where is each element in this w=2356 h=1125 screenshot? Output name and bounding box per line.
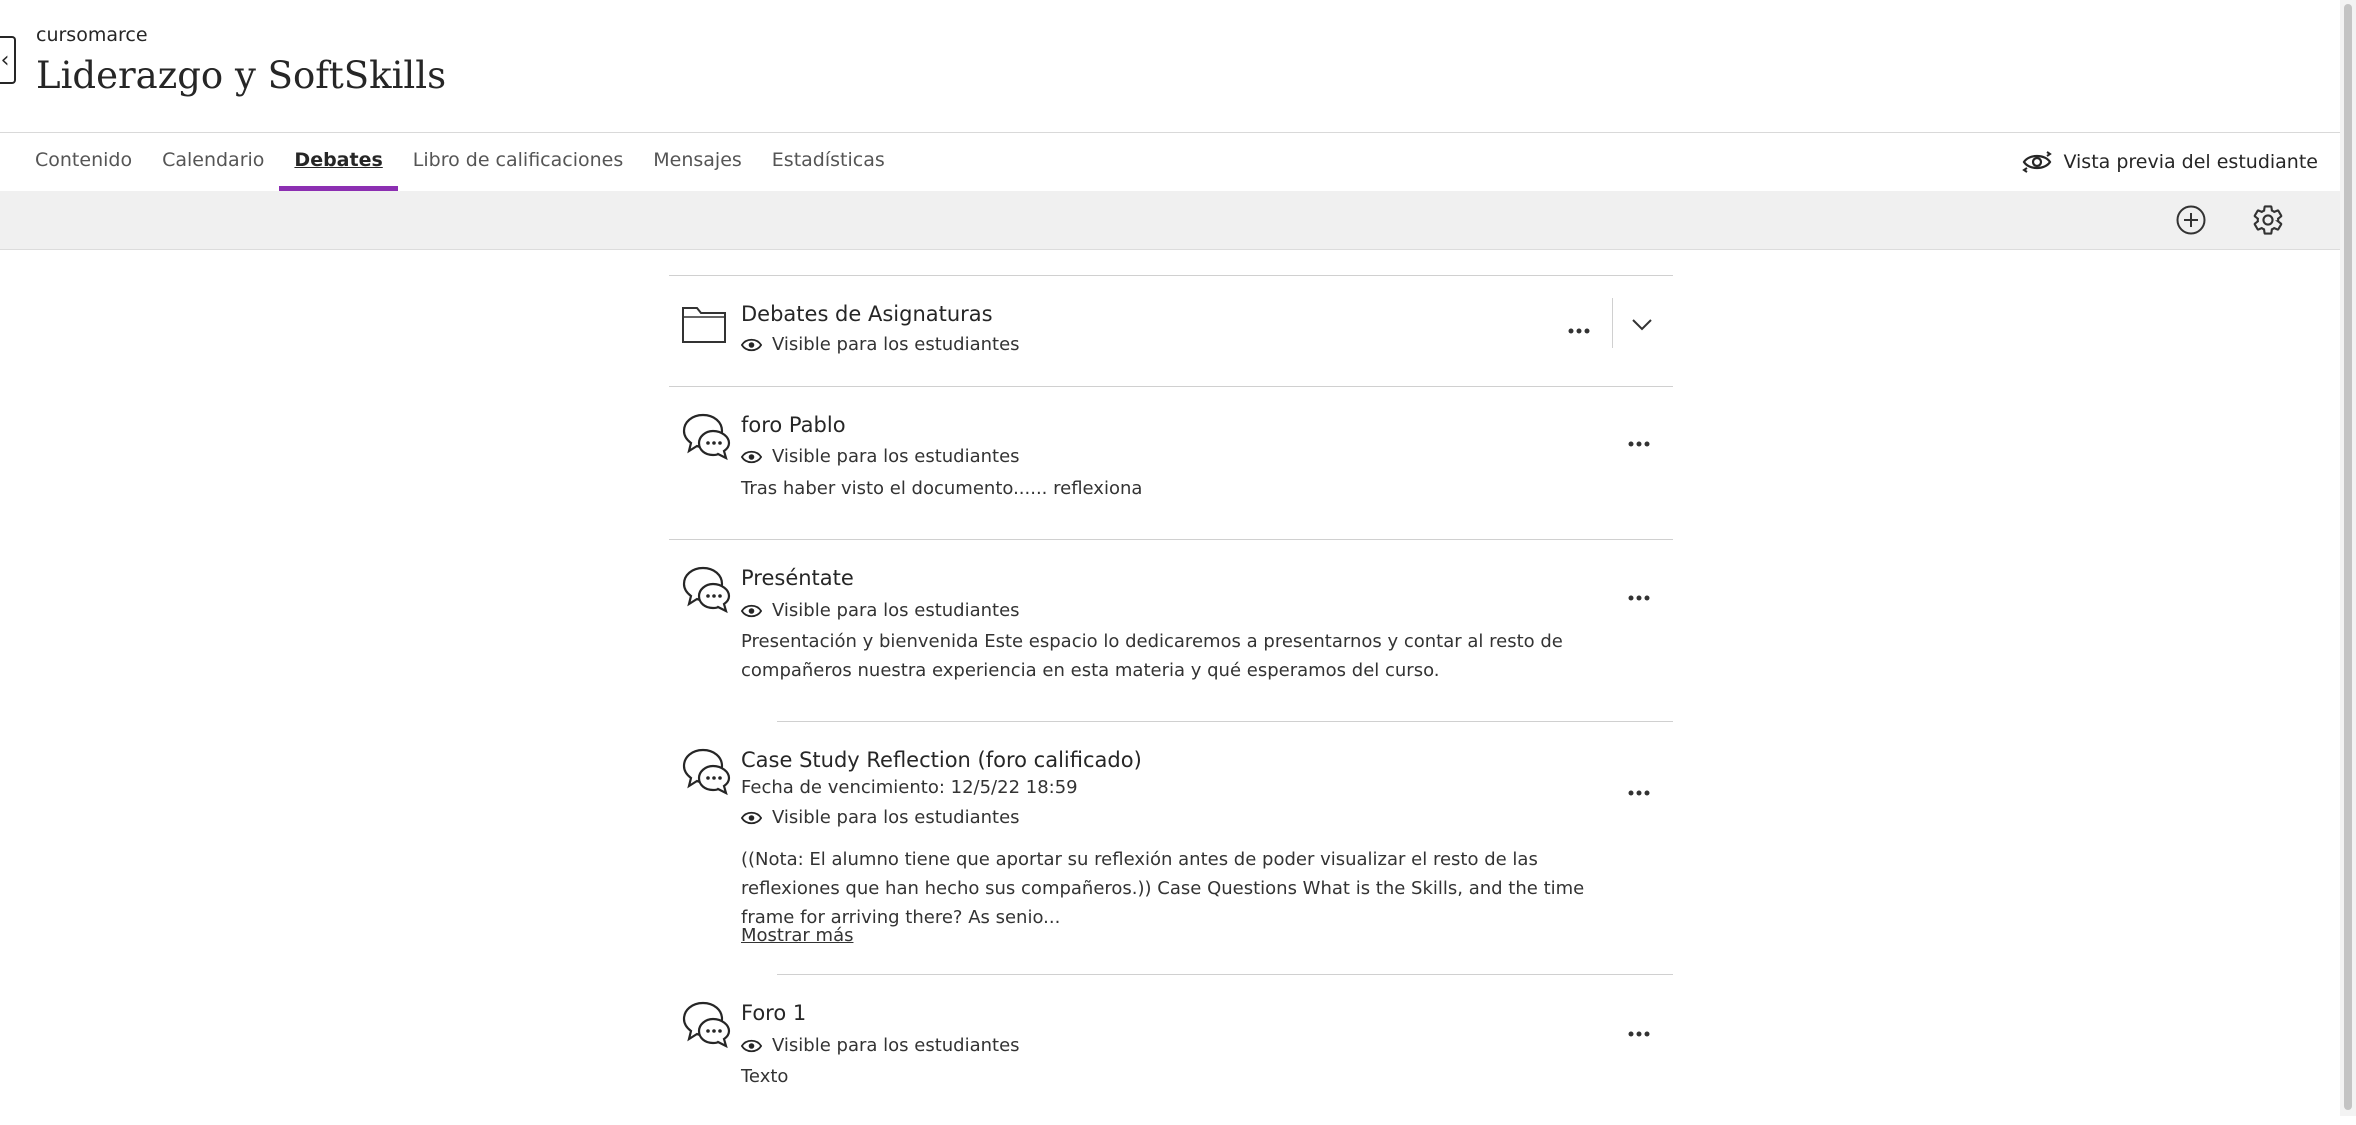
tab-mensajes[interactable]: Mensajes: [638, 133, 757, 191]
course-nav: Contenido Calendario Debates Libro de ca…: [0, 132, 2340, 192]
tab-contenido[interactable]: Contenido: [20, 133, 147, 191]
eye-icon: [741, 1039, 762, 1052]
more-options-button[interactable]: [1621, 429, 1657, 459]
item-description: Tras haber visto el documento...... refl…: [741, 478, 1143, 499]
more-horizontal-icon: [1628, 1031, 1650, 1037]
gear-icon: [2253, 205, 2283, 235]
tab-debates[interactable]: Debates: [279, 133, 399, 191]
item-title[interactable]: foro Pablo: [741, 413, 846, 437]
visibility-label: Visible para los estudiantes: [772, 1035, 1020, 1056]
due-date: Fecha de vencimiento: 12/5/22 18:59: [741, 777, 1078, 798]
visibility-label: Visible para los estudiantes: [772, 446, 1020, 467]
discussion-icon: [682, 748, 731, 796]
settings-button[interactable]: [2247, 199, 2289, 241]
list-item-discussion[interactable]: Preséntate Visible para los estudiantes …: [669, 540, 1673, 721]
item-description: Presentación y bienvenida Este espacio l…: [741, 631, 1563, 681]
visibility-status[interactable]: Visible para los estudiantes: [741, 600, 1020, 621]
close-course-button[interactable]: ‹: [0, 36, 16, 84]
more-options-button[interactable]: [1621, 1019, 1657, 1049]
visibility-status[interactable]: Visible para los estudiantes: [741, 446, 1020, 467]
toolbar: [0, 191, 2340, 250]
course-header: ‹ cursomarce Liderazgo y SoftSkills: [0, 0, 2356, 132]
visibility-status[interactable]: Visible para los estudiantes: [741, 807, 1020, 828]
add-button[interactable]: [2170, 199, 2212, 241]
visibility-status[interactable]: Visible para los estudiantes: [741, 334, 1020, 355]
discussion-icon: [682, 566, 731, 614]
list-item-discussion[interactable]: Case Study Reflection (foro calificado) …: [669, 722, 1673, 974]
item-description: Texto: [741, 1066, 789, 1087]
item-title[interactable]: Foro 1: [741, 1001, 806, 1025]
tab-estadisticas[interactable]: Estadísticas: [757, 133, 900, 191]
more-horizontal-icon: [1628, 441, 1650, 447]
item-title[interactable]: Preséntate: [741, 566, 854, 590]
scrollbar-thumb[interactable]: [2344, 4, 2352, 1110]
plus-circle-icon: [2176, 205, 2206, 235]
item-title[interactable]: Debates de Asignaturas: [741, 302, 993, 326]
visibility-label: Visible para los estudiantes: [772, 334, 1020, 355]
expand-folder-button[interactable]: [1625, 308, 1659, 342]
more-horizontal-icon: [1628, 790, 1650, 796]
folder-icon: [682, 307, 726, 343]
more-horizontal-icon: [1628, 595, 1650, 601]
eye-icon: [741, 338, 762, 351]
item-description: ((Nota: El alumno tiene que aportar su r…: [741, 849, 1585, 928]
student-preview-label: Vista previa del estudiante: [2063, 151, 2318, 173]
eye-icon: [741, 604, 762, 617]
page-scrollbar[interactable]: [2340, 0, 2356, 1116]
more-options-button[interactable]: [1621, 778, 1657, 808]
show-more-link[interactable]: Mostrar más: [741, 925, 853, 946]
discussion-icon: [682, 1001, 731, 1049]
more-horizontal-icon: [1568, 328, 1590, 334]
visibility-status[interactable]: Visible para los estudiantes: [741, 1035, 1020, 1056]
list-item-folder[interactable]: Debates de Asignaturas Visible para los …: [669, 276, 1673, 386]
discussion-list: Debates de Asignaturas Visible para los …: [669, 275, 1673, 1125]
discussion-icon: [682, 413, 731, 461]
eye-icon: [741, 450, 762, 463]
course-title: Liderazgo y SoftSkills: [36, 54, 447, 97]
course-organization: cursomarce: [36, 24, 148, 46]
tab-libro-de-calificaciones[interactable]: Libro de calificaciones: [398, 133, 638, 191]
visibility-label: Visible para los estudiantes: [772, 600, 1020, 621]
visibility-label: Visible para los estudiantes: [772, 807, 1020, 828]
vertical-divider: [1612, 298, 1613, 348]
student-preview-button[interactable]: Vista previa del estudiante: [2021, 145, 2318, 179]
tab-calendario[interactable]: Calendario: [147, 133, 279, 191]
list-item-discussion[interactable]: foro Pablo Visible para los estudiantes …: [669, 387, 1673, 539]
list-item-discussion[interactable]: Foro 1 Visible para los estudiantes Text…: [669, 975, 1673, 1125]
more-options-button[interactable]: [1561, 316, 1597, 346]
more-options-button[interactable]: [1621, 583, 1657, 613]
item-title[interactable]: Case Study Reflection (foro calificado): [741, 748, 1142, 772]
tab-list: Contenido Calendario Debates Libro de ca…: [20, 133, 900, 191]
chevron-down-icon: [1632, 319, 1652, 331]
eye-icon: [741, 811, 762, 824]
student-preview-icon: [2022, 151, 2053, 173]
